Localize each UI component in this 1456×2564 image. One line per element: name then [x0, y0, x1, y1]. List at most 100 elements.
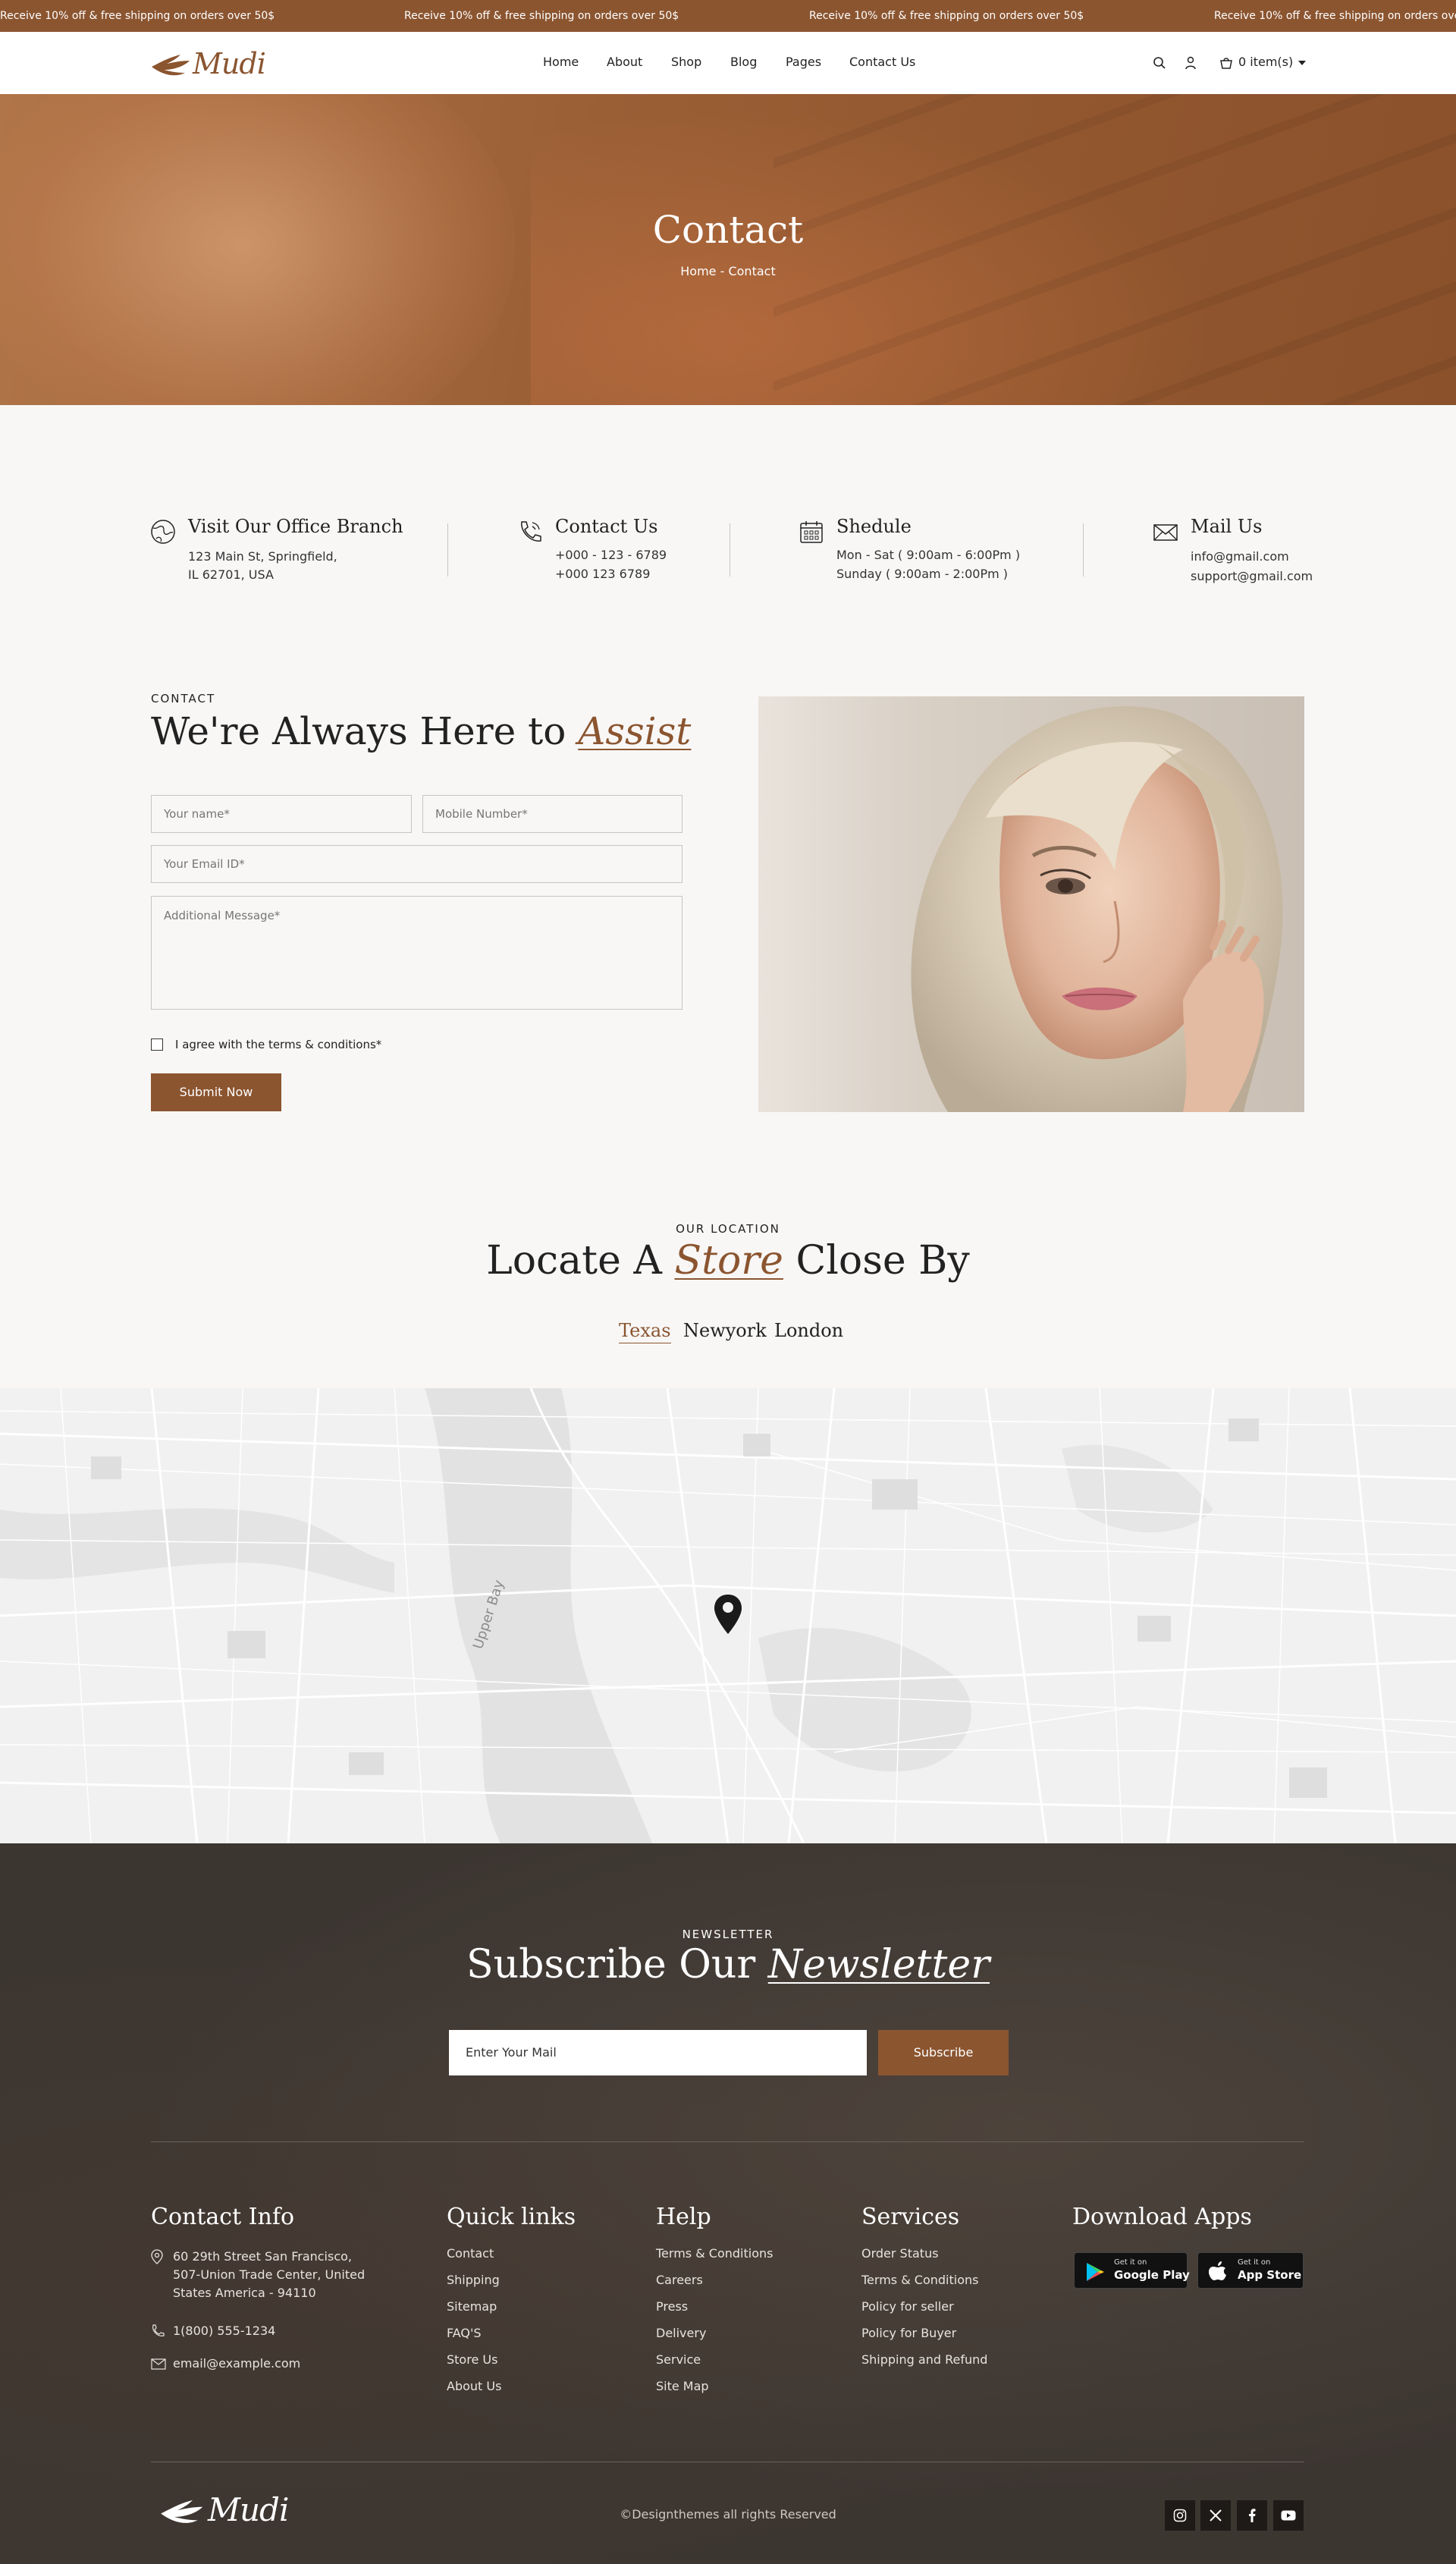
footer-link[interactable]: Shipping	[447, 2273, 501, 2299]
breadcrumb[interactable]: Home - Contact	[0, 264, 1456, 278]
app-store-button[interactable]: Get it on App Store	[1197, 2252, 1304, 2289]
footer-link[interactable]: Careers	[656, 2273, 773, 2299]
announcement-text: Receive 10% off & free shipping on order…	[809, 10, 1084, 22]
footer-link[interactable]: About Us	[447, 2379, 501, 2405]
nav-about[interactable]: About	[607, 55, 642, 69]
logo[interactable]: Mudi	[150, 44, 287, 82]
announcement-bar: Receive 10% off & free shipping on order…	[0, 0, 1456, 32]
footer-link[interactable]: Store Us	[447, 2352, 501, 2379]
nav-pages[interactable]: Pages	[786, 55, 821, 69]
site-header: Mudi Home About Shop Blog Pages Contact …	[0, 32, 1456, 94]
submit-button[interactable]: Submit Now	[151, 1073, 281, 1111]
nav-shop[interactable]: Shop	[671, 55, 701, 69]
info-line: Sunday ( 9:00am - 2:00Pm )	[836, 567, 1009, 581]
terms-label[interactable]: I agree with the terms & conditions*	[175, 1038, 381, 1051]
footer-heading: Services	[861, 2204, 960, 2230]
page-hero: Contact Home - Contact	[0, 94, 1456, 405]
location-pin-icon	[151, 2249, 163, 2264]
map-pin-icon[interactable]	[713, 1593, 743, 1635]
footer-link[interactable]: Contact	[447, 2246, 501, 2273]
footer-link[interactable]: Press	[656, 2299, 773, 2326]
heading-text: Close By	[795, 1238, 970, 1284]
footer-link[interactable]: Shipping and Refund	[861, 2352, 987, 2379]
section-subheading: NEWSLETTER	[682, 1928, 774, 1941]
tab-newyork[interactable]: Newyork	[683, 1320, 767, 1341]
facebook-icon[interactable]	[1237, 2500, 1267, 2531]
calendar-icon	[800, 521, 823, 543]
info-line[interactable]: info@gmail.com	[1191, 549, 1289, 564]
nav-blog[interactable]: Blog	[730, 55, 757, 69]
x-icon[interactable]	[1200, 2500, 1231, 2531]
footer-link[interactable]: Policy for Buyer	[861, 2326, 987, 2352]
divider	[151, 2141, 1304, 2142]
user-icon[interactable]	[1181, 52, 1200, 74]
footer-heading: Help	[656, 2204, 711, 2230]
newsletter-email-input[interactable]: Enter Your Mail	[449, 2030, 867, 2075]
footer-link[interactable]: Terms & Conditions	[656, 2246, 773, 2273]
message-textarea[interactable]	[151, 896, 682, 1010]
subscribe-button[interactable]: Subscribe	[878, 2030, 1009, 2075]
info-title: Visit Our Office Branch	[188, 516, 403, 537]
heading-accent: Newsletter	[767, 1942, 990, 1987]
info-line: Mon - Sat ( 9:00am - 6:00Pm )	[836, 548, 1021, 562]
cart-count[interactable]: 0 item(s)	[1238, 55, 1293, 69]
footer-link[interactable]: FAQ'S	[447, 2326, 501, 2352]
footer-link[interactable]: Site Map	[656, 2379, 773, 2405]
heading-accent: Store	[674, 1238, 783, 1284]
contact-heading: We're Always Here to Assist	[151, 709, 691, 753]
footer-heading: Download Apps	[1072, 2204, 1252, 2230]
info-schedule: Shedule Mon - Sat ( 9:00am - 6:00Pm ) Su…	[799, 516, 1041, 581]
footer-link[interactable]: Policy for seller	[861, 2299, 987, 2326]
footer-phone[interactable]: 1(800) 555-1234	[173, 2322, 275, 2340]
newsletter-heading: Subscribe Our Newsletter	[0, 1942, 1456, 1987]
caret-down-icon[interactable]	[1297, 52, 1307, 74]
nav-contact-us[interactable]: Contact Us	[849, 55, 915, 69]
info-line: IL 62701, USA	[188, 567, 274, 582]
tab-texas[interactable]: Texas	[619, 1320, 671, 1343]
info-line[interactable]: +000 - 123 - 6789	[555, 548, 667, 562]
location-heading: Locate A Store Close By	[0, 1238, 1456, 1284]
google-play-button[interactable]: Get it on Google Play	[1074, 2252, 1190, 2289]
page-title: Contact	[652, 208, 804, 252]
footer-link[interactable]: Service	[656, 2352, 773, 2379]
footer-link[interactable]: Delivery	[656, 2326, 773, 2352]
info-office: Visit Our Office Branch 123 Main St, Spr…	[150, 516, 403, 582]
footer-email[interactable]: email@example.com	[173, 2355, 300, 2373]
info-mail: Mail Us info@gmail.com support@gmail.com	[1153, 516, 1313, 583]
google-play-icon	[1087, 2263, 1104, 2281]
app-button-label: App Store	[1238, 2268, 1302, 2282]
email-input[interactable]	[151, 845, 682, 883]
info-line[interactable]: +000 123 6789	[555, 567, 650, 581]
terms-checkbox[interactable]	[151, 1038, 163, 1051]
footer-heading: Contact Info	[151, 2204, 295, 2230]
announcement-text: Receive 10% off & free shipping on order…	[404, 10, 679, 22]
info-line[interactable]: support@gmail.com	[1191, 569, 1313, 583]
heading-text: Locate A	[486, 1238, 662, 1284]
logo-mark-icon	[152, 55, 190, 76]
store-map[interactable]: Upper Bay	[0, 1388, 1456, 1843]
section-subheading: CONTACT	[151, 692, 216, 705]
contact-portrait-image	[758, 696, 1304, 1112]
instagram-icon[interactable]	[1165, 2500, 1195, 2531]
footer-link[interactable]: Order Status	[861, 2246, 987, 2273]
app-button-caption: Get it on	[1114, 2258, 1147, 2267]
mail-icon	[1153, 524, 1178, 541]
info-line: 123 Main St, Springfield,	[188, 549, 337, 564]
footer-link[interactable]: Sitemap	[447, 2299, 501, 2326]
announcement-text: Receive 10% off & free shipping on order…	[0, 10, 275, 22]
nav-home[interactable]: Home	[543, 55, 579, 69]
globe-icon	[151, 520, 175, 544]
heading-text: Subscribe Our	[466, 1942, 756, 1987]
section-subheading: OUR LOCATION	[676, 1222, 780, 1236]
name-input[interactable]	[151, 795, 412, 833]
youtube-icon[interactable]	[1273, 2500, 1304, 2531]
tab-london[interactable]: London	[774, 1320, 843, 1341]
search-icon[interactable]	[1150, 52, 1169, 74]
phone-icon	[521, 521, 541, 542]
footer-link[interactable]: Terms & Conditions	[861, 2273, 987, 2299]
address-line: 60 29th Street San Francisco,	[173, 2249, 353, 2264]
info-contact: Contact Us +000 - 123 - 6789 +000 123 67…	[517, 516, 714, 581]
cart-icon[interactable]	[1216, 52, 1236, 74]
mobile-input[interactable]	[422, 795, 682, 833]
app-button-label: Google Play	[1114, 2268, 1190, 2282]
